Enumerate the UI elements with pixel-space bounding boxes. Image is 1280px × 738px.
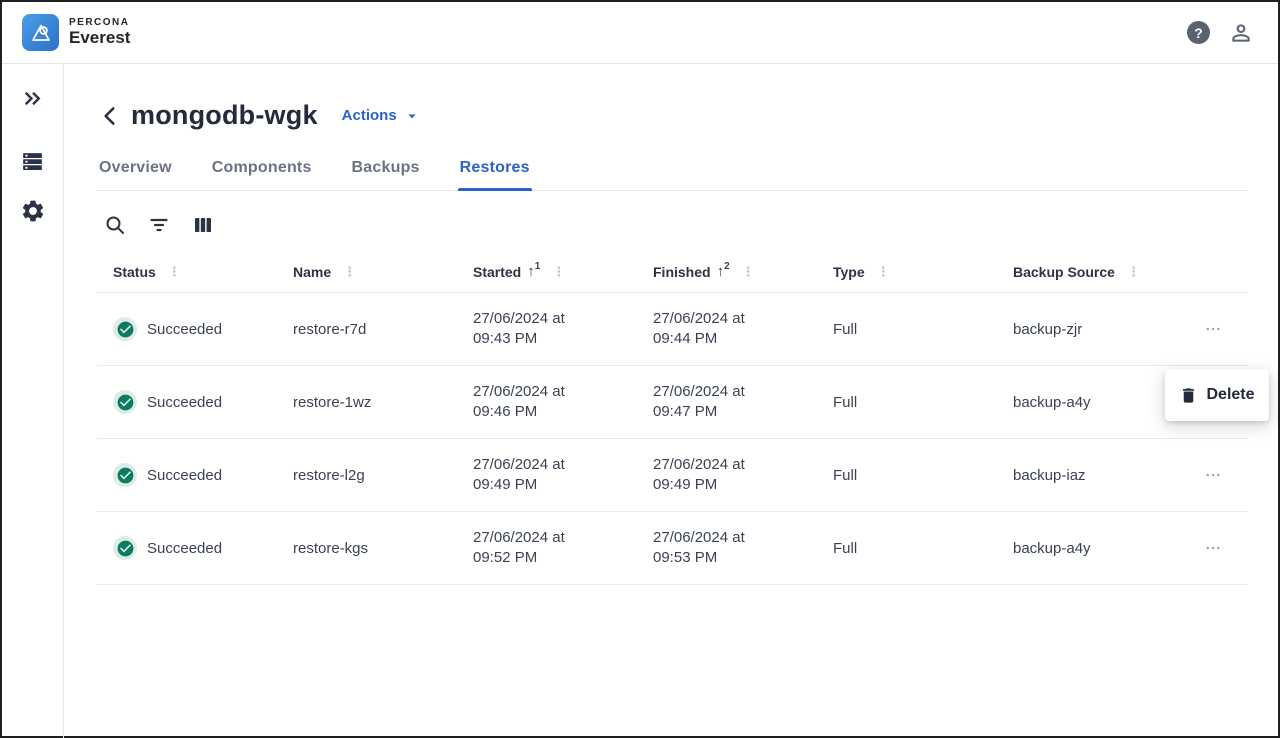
actions-cell bbox=[1177, 460, 1248, 490]
status-cell: Succeeded bbox=[97, 463, 277, 487]
backup-source-cell: backup-a4y bbox=[997, 394, 1177, 411]
finished-cell: 27/06/2024 at 09:44 PM bbox=[637, 309, 785, 350]
main-content: mongodb-wgk Actions Overview Components … bbox=[64, 64, 1278, 738]
column-menu-icon[interactable]: ⋮ bbox=[1127, 265, 1140, 278]
back-button[interactable] bbox=[97, 103, 123, 129]
percona-logo-icon bbox=[22, 14, 59, 51]
started-cell: 27/06/2024 at 09:46 PM bbox=[457, 382, 605, 423]
columns-icon[interactable] bbox=[191, 213, 215, 237]
started-cell: 27/06/2024 at 09:43 PM bbox=[457, 309, 605, 350]
table-row: Succeeded restore-r7d 27/06/2024 at 09:4… bbox=[97, 293, 1248, 366]
title-row: mongodb-wgk Actions bbox=[97, 100, 1248, 131]
actions-cell bbox=[1177, 314, 1248, 344]
brand-everest: Everest bbox=[69, 29, 130, 48]
delete-menu-item[interactable]: Delete bbox=[1179, 386, 1254, 405]
tab-restores[interactable]: Restores bbox=[458, 149, 532, 190]
status-cell: Succeeded bbox=[97, 536, 277, 560]
succeeded-check-icon bbox=[113, 536, 137, 560]
status-label: Succeeded bbox=[147, 540, 222, 557]
row-menu-icon[interactable] bbox=[1198, 314, 1228, 344]
sidebar bbox=[2, 64, 64, 738]
backup-source-cell: backup-a4y bbox=[997, 540, 1177, 557]
page-title: mongodb-wgk bbox=[131, 100, 318, 131]
name-cell: restore-r7d bbox=[277, 321, 457, 338]
tab-components[interactable]: Components bbox=[210, 149, 314, 190]
column-header-type[interactable]: Type ⋮ bbox=[817, 264, 997, 280]
tab-overview[interactable]: Overview bbox=[97, 149, 174, 190]
row-menu-icon[interactable] bbox=[1198, 460, 1228, 490]
context-menu: Delete bbox=[1165, 369, 1269, 421]
backup-source-cell: backup-zjr bbox=[997, 321, 1177, 338]
databases-icon[interactable] bbox=[20, 149, 45, 174]
status-label: Succeeded bbox=[147, 321, 222, 338]
delete-menu-label: Delete bbox=[1206, 386, 1254, 404]
tab-backups[interactable]: Backups bbox=[350, 149, 422, 190]
brand-percona: PERCONA bbox=[69, 17, 130, 28]
percona-everest-app: { "app_bar": { "brand_line1": "PERCONA",… bbox=[0, 0, 1280, 738]
type-cell: Full bbox=[817, 540, 997, 557]
column-menu-icon[interactable]: ⋮ bbox=[742, 265, 755, 278]
trash-icon bbox=[1179, 386, 1198, 405]
app-bar: PERCONA Everest ? bbox=[2, 2, 1278, 64]
actions-cell bbox=[1177, 533, 1248, 563]
type-cell: Full bbox=[817, 394, 997, 411]
started-cell: 27/06/2024 at 09:52 PM bbox=[457, 528, 605, 569]
column-header-name[interactable]: Name ⋮ bbox=[277, 264, 457, 280]
column-header-finished[interactable]: Finished ↑2 ⋮ bbox=[637, 264, 817, 280]
actions-button[interactable]: Actions bbox=[342, 107, 421, 125]
succeeded-check-icon bbox=[113, 390, 137, 414]
actions-label: Actions bbox=[342, 107, 397, 124]
restores-table: Status ⋮ Name ⋮ Started ↑1 ⋮ Finished ↑2… bbox=[97, 251, 1248, 585]
table-header-row: Status ⋮ Name ⋮ Started ↑1 ⋮ Finished ↑2… bbox=[97, 251, 1248, 293]
settings-icon[interactable] bbox=[20, 198, 46, 224]
name-cell: restore-kgs bbox=[277, 540, 457, 557]
table-row: Succeeded restore-kgs 27/06/2024 at 09:5… bbox=[97, 512, 1248, 585]
name-cell: restore-l2g bbox=[277, 467, 457, 484]
brand-text: PERCONA Everest bbox=[69, 17, 130, 48]
backup-source-cell: backup-iaz bbox=[997, 467, 1177, 484]
column-header-backup-source[interactable]: Backup Source ⋮ bbox=[997, 264, 1177, 280]
chevron-down-icon bbox=[403, 107, 421, 125]
filter-icon[interactable] bbox=[147, 213, 171, 237]
table-row: Succeeded restore-1wz 27/06/2024 at 09:4… bbox=[97, 366, 1248, 439]
type-cell: Full bbox=[817, 321, 997, 338]
started-cell: 27/06/2024 at 09:49 PM bbox=[457, 455, 605, 496]
column-menu-icon[interactable]: ⋮ bbox=[877, 265, 890, 278]
table-row: Succeeded restore-l2g 27/06/2024 at 09:4… bbox=[97, 439, 1248, 512]
column-menu-icon[interactable]: ⋮ bbox=[552, 265, 565, 278]
column-header-status[interactable]: Status ⋮ bbox=[97, 264, 277, 280]
name-cell: restore-1wz bbox=[277, 394, 457, 411]
table-body: Succeeded restore-r7d 27/06/2024 at 09:4… bbox=[97, 293, 1248, 585]
sort-asc-icon: ↑2 bbox=[717, 264, 730, 279]
user-profile-icon[interactable] bbox=[1228, 20, 1254, 46]
type-cell: Full bbox=[817, 467, 997, 484]
status-label: Succeeded bbox=[147, 394, 222, 411]
search-icon[interactable] bbox=[103, 213, 127, 237]
finished-cell: 27/06/2024 at 09:49 PM bbox=[637, 455, 785, 496]
table-toolbar bbox=[97, 213, 1248, 237]
status-cell: Succeeded bbox=[97, 390, 277, 414]
finished-cell: 27/06/2024 at 09:47 PM bbox=[637, 382, 785, 423]
finished-cell: 27/06/2024 at 09:53 PM bbox=[637, 528, 785, 569]
tabs: Overview Components Backups Restores bbox=[97, 149, 1248, 191]
column-header-started[interactable]: Started ↑1 ⋮ bbox=[457, 264, 637, 280]
status-label: Succeeded bbox=[147, 467, 222, 484]
status-cell: Succeeded bbox=[97, 317, 277, 341]
column-menu-icon[interactable]: ⋮ bbox=[343, 265, 356, 278]
sort-asc-icon: ↑1 bbox=[527, 264, 540, 279]
succeeded-check-icon bbox=[113, 317, 137, 341]
succeeded-check-icon bbox=[113, 463, 137, 487]
help-icon[interactable]: ? bbox=[1187, 21, 1210, 44]
column-menu-icon[interactable]: ⋮ bbox=[168, 265, 181, 278]
expand-sidebar-icon[interactable] bbox=[20, 86, 45, 111]
row-menu-icon[interactable] bbox=[1198, 533, 1228, 563]
